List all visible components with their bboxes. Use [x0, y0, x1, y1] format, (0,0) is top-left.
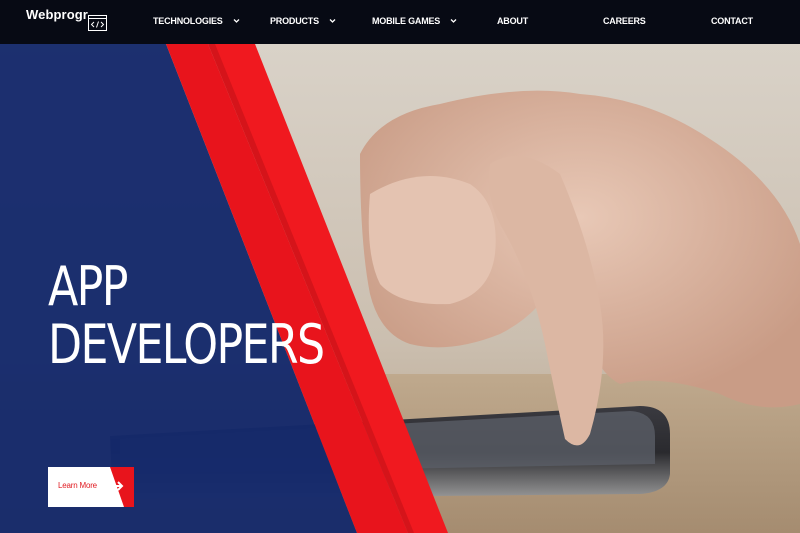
learn-more-button[interactable]: Learn More — [48, 467, 134, 507]
nav-item-technologies[interactable]: TECHNOLOGIES — [153, 12, 240, 30]
hero-title-line-1: APP — [48, 255, 128, 318]
top-navbar: Webprogr TECHNOLOGIES PRODUCTS MOBILE GA… — [0, 0, 800, 44]
nav-label: CONTACT — [711, 16, 753, 26]
chevron-down-icon — [233, 19, 240, 23]
nav-label: CAREERS — [603, 16, 646, 26]
nav-label: MOBILE GAMES — [372, 16, 441, 26]
nav-item-mobile-games[interactable]: MOBILE GAMES — [372, 12, 457, 30]
learn-more-label: Learn More — [58, 481, 97, 490]
hero-banner: APP DEVELOPERS Learn More — [0, 44, 800, 533]
code-icon — [88, 15, 107, 31]
hero-title: APP DEVELOPERS — [48, 255, 325, 376]
nav-item-contact[interactable]: CONTACT — [711, 12, 753, 30]
nav-item-products[interactable]: PRODUCTS — [270, 12, 336, 30]
hero-title-line-2: DEVELOPERS — [48, 313, 325, 376]
site-logo[interactable]: Webprogr — [26, 5, 116, 37]
nav-item-about[interactable]: ABOUT — [497, 12, 528, 30]
nav-item-careers[interactable]: CAREERS — [603, 12, 646, 30]
chevron-down-icon — [450, 19, 457, 23]
chevron-down-icon — [329, 19, 336, 23]
nav-label: ABOUT — [497, 16, 528, 26]
logo-text: Webprogr — [26, 7, 88, 22]
nav-label: PRODUCTS — [270, 16, 319, 26]
nav-label: TECHNOLOGIES — [153, 16, 223, 26]
